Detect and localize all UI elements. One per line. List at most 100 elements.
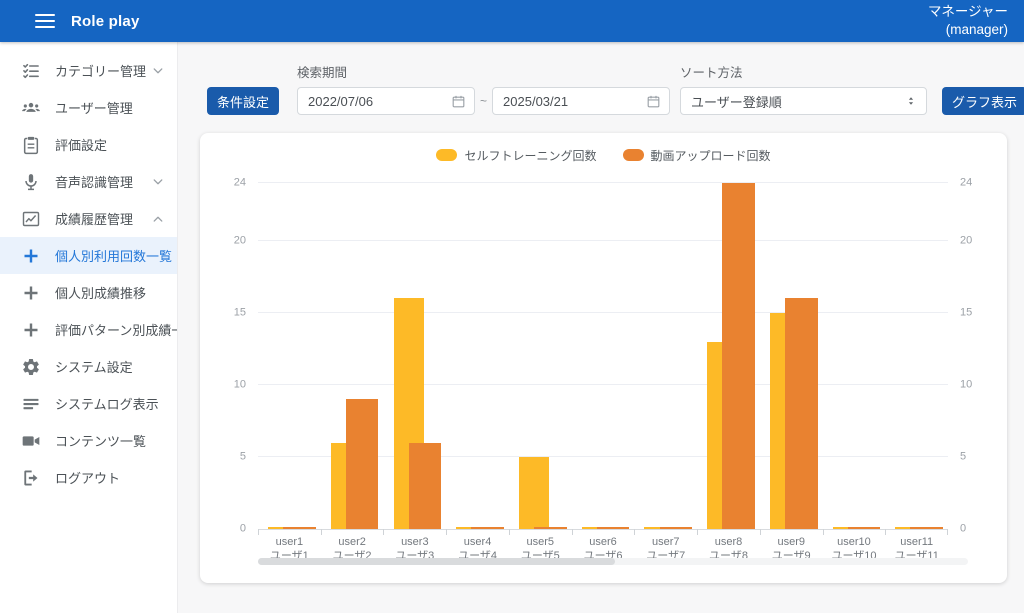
- user-role-name: マネージャー: [928, 3, 1008, 21]
- chevron-up-icon[interactable]: [151, 212, 165, 226]
- bar-video-upload[interactable]: [471, 527, 504, 529]
- y-axis-label-left: 10: [234, 379, 246, 390]
- y-axis-label-left: 0: [240, 524, 246, 535]
- sidebar-item-label: 評価設定: [55, 135, 107, 154]
- y-axis-label-left: 5: [240, 451, 246, 462]
- date-from-input[interactable]: 2022/07/06: [297, 87, 475, 115]
- filter-controls: 条件設定 検索期間 2022/07/06 ~ 2025/03/21: [207, 62, 1007, 115]
- line-chart-icon: [21, 209, 41, 229]
- sidebar-item-evaluation-settings[interactable]: 評価設定: [0, 126, 177, 163]
- bar-columns: user1ユーザ1user2ユーザ2user3ユーザ3user4ユーザ4user…: [258, 183, 948, 529]
- menu-icon[interactable]: [35, 14, 55, 28]
- sidebar-item-label: カテゴリー管理: [55, 61, 146, 80]
- calendar-icon[interactable]: [451, 94, 466, 109]
- sidebar-item-label: 成績履歴管理: [55, 209, 133, 228]
- y-axis-label-right: 15: [960, 307, 972, 318]
- bar-video-upload[interactable]: [409, 443, 442, 530]
- bar-video-upload[interactable]: [910, 527, 943, 529]
- scrollbar-thumb[interactable]: [258, 558, 615, 565]
- sort-select[interactable]: ユーザー登録順: [680, 87, 927, 115]
- app-title: Role play: [71, 13, 140, 30]
- y-axis-label-right: 5: [960, 451, 966, 462]
- y-axis-label-right: 10: [960, 379, 972, 390]
- plus-icon: [21, 320, 41, 340]
- bar-group: user11ユーザ11: [885, 183, 948, 529]
- sort-method-group: ソート方法 ユーザー登録順: [680, 62, 942, 115]
- y-axis-label-left: 20: [234, 235, 246, 246]
- y-axis-label-left: 24: [234, 178, 246, 189]
- sidebar-item-label: システムログ表示: [55, 394, 159, 413]
- sidebar-item-system-log-display[interactable]: システムログ表示: [0, 385, 177, 422]
- chevron-down-icon[interactable]: [151, 175, 165, 189]
- microphone-icon: [21, 172, 41, 192]
- sidebar-item-content-list[interactable]: コンテンツ一覧: [0, 422, 177, 459]
- legend-label: セルフトレーニング回数: [464, 147, 596, 164]
- users-icon: [21, 98, 41, 118]
- bar-group: user10ユーザ10: [823, 183, 886, 529]
- sidebar-item-performance-history-management[interactable]: 成績履歴管理: [0, 200, 177, 237]
- gear-icon: [21, 357, 41, 377]
- sidebar-item-individual-usage-count-list[interactable]: 個人別利用回数一覧: [0, 237, 177, 274]
- plot-area: 00551010151520202424user1ユーザ1user2ユーザ2us…: [258, 183, 948, 530]
- plus-icon: [21, 246, 41, 266]
- bar-video-upload[interactable]: [597, 527, 630, 529]
- clipboard-icon: [21, 135, 41, 155]
- chevron-down-icon[interactable]: [151, 64, 165, 78]
- bar-self-training[interactable]: [519, 457, 549, 529]
- main-content: 条件設定 検索期間 2022/07/06 ~ 2025/03/21: [178, 42, 1024, 613]
- sidebar-item-label: 音声認識管理: [55, 172, 133, 191]
- bar-group: user2ユーザ2: [321, 183, 384, 529]
- plus-icon: [21, 283, 41, 303]
- sidebar-item-label: ユーザー管理: [55, 98, 133, 117]
- bar-video-upload[interactable]: [283, 527, 316, 529]
- horizontal-scrollbar[interactable]: [258, 558, 968, 565]
- bar-video-upload[interactable]: [660, 527, 693, 529]
- date-to-value: 2025/03/21: [503, 94, 646, 109]
- bar-group: user7ユーザ7: [634, 183, 697, 529]
- bar-group: user5ユーザ5: [509, 183, 572, 529]
- video-camera-icon: [21, 431, 41, 451]
- user-role: マネージャー (manager): [928, 3, 1008, 38]
- date-from-value: 2022/07/06: [308, 94, 451, 109]
- bar-group: user1ユーザ1: [258, 183, 321, 529]
- condition-settings-button[interactable]: 条件設定: [207, 87, 279, 115]
- sidebar-item-label: 評価パターン別成績一覧: [55, 320, 178, 339]
- sidebar-item-individual-performance-trend[interactable]: 個人別成績推移: [0, 274, 177, 311]
- y-axis-label-right: 20: [960, 235, 972, 246]
- search-period-label: 検索期間: [297, 62, 670, 81]
- date-range-separator: ~: [480, 94, 487, 108]
- legend-swatch: [436, 149, 457, 161]
- graph-display-button[interactable]: グラフ表示: [942, 87, 1024, 115]
- bar-video-upload[interactable]: [722, 183, 755, 529]
- chart-card: セルフトレーニング回数 動画アップロード回数 005510101515202024…: [200, 133, 1007, 583]
- bar-video-upload[interactable]: [848, 527, 881, 529]
- bar-group: user6ユーザ6: [572, 183, 635, 529]
- sidebar-item-label: コンテンツ一覧: [55, 431, 146, 450]
- sidebar-item-logout[interactable]: ログアウト: [0, 459, 177, 496]
- user-role-id: (manager): [928, 21, 1008, 39]
- logout-icon: [21, 468, 41, 488]
- y-axis-label-left: 15: [234, 307, 246, 318]
- bar-video-upload[interactable]: [534, 527, 567, 529]
- date-to-input[interactable]: 2025/03/21: [492, 87, 670, 115]
- sidebar-item-user-management[interactable]: ユーザー管理: [0, 89, 177, 126]
- bar-video-upload[interactable]: [785, 298, 818, 529]
- y-axis-label-right: 24: [960, 178, 972, 189]
- sidebar-item-label: 個人別成績推移: [55, 283, 146, 302]
- sidebar-item-system-settings[interactable]: システム設定: [0, 348, 177, 385]
- bar-group: user8ユーザ8: [697, 183, 760, 529]
- sidebar-item-category-management[interactable]: カテゴリー管理: [0, 52, 177, 89]
- sort-select-value: ユーザー登録順: [691, 92, 904, 111]
- checklist-icon: [21, 61, 41, 81]
- legend-label: 動画アップロード回数: [651, 147, 771, 164]
- search-period-group: 検索期間 2022/07/06 ~ 2025/03/21: [297, 62, 670, 115]
- sort-method-label: ソート方法: [680, 62, 942, 81]
- calendar-icon[interactable]: [646, 94, 661, 109]
- sidebar-item-label: 個人別利用回数一覧: [55, 246, 172, 265]
- legend-item-video-upload[interactable]: 動画アップロード回数: [623, 147, 771, 164]
- sidebar-item-speech-recognition-management[interactable]: 音声認識管理: [0, 163, 177, 200]
- legend-item-self-training[interactable]: セルフトレーニング回数: [436, 147, 596, 164]
- bar-group: user9ユーザ9: [760, 183, 823, 529]
- sidebar-item-performance-by-evaluation-pattern[interactable]: 評価パターン別成績一覧: [0, 311, 177, 348]
- bar-video-upload[interactable]: [346, 399, 379, 529]
